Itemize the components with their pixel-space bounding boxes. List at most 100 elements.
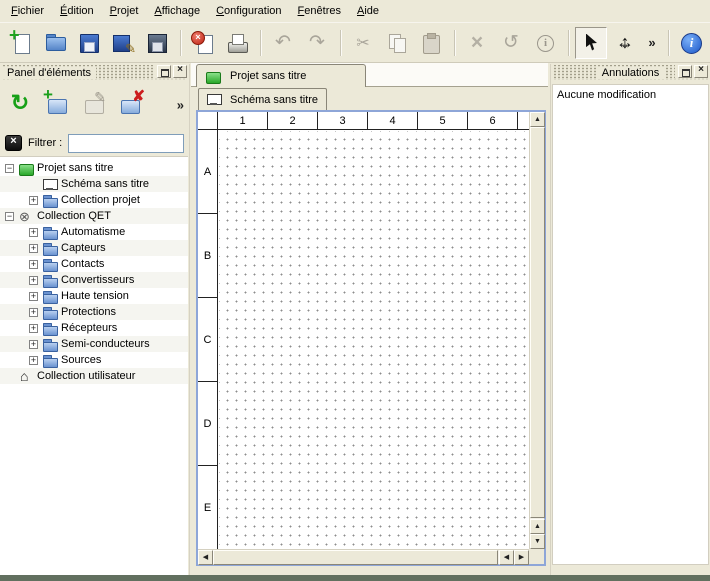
expand-icon[interactable]: +: [29, 292, 38, 301]
menu-fichier[interactable]: Fichier: [3, 2, 52, 20]
copy-button[interactable]: [381, 27, 413, 59]
elements-panel: Panel d'éléments » Filtrer : − Projet sa…: [0, 64, 190, 575]
tree-item-semi-conducteurs[interactable]: + Semi-conducteurs: [0, 336, 188, 352]
delete-element-button[interactable]: [116, 88, 146, 118]
tree-item-recepteurs[interactable]: + Récepteurs: [0, 320, 188, 336]
tree-item-contacts[interactable]: + Contacts: [0, 256, 188, 272]
expand-icon[interactable]: +: [29, 356, 38, 365]
tree-item-protections[interactable]: + Protections: [0, 304, 188, 320]
collapse-icon[interactable]: −: [5, 212, 14, 221]
tree-item-label: Sources: [61, 354, 101, 366]
horizontal-scroll-thumb[interactable]: [213, 550, 498, 565]
column-ruler: 1 2 3 4 5 6: [218, 112, 529, 130]
tree-item-capteurs[interactable]: + Capteurs: [0, 240, 188, 256]
undo-button[interactable]: [267, 27, 299, 59]
tree-item-collection-qet[interactable]: − Collection QET: [0, 208, 188, 224]
undo-history-list: Aucune modification: [552, 84, 709, 565]
tree-item-collection-projet[interactable]: + Collection projet: [0, 192, 188, 208]
menu-configuration[interactable]: Configuration: [208, 2, 289, 20]
reload-collections-button[interactable]: [5, 88, 35, 118]
undo-list-item[interactable]: Aucune modification: [557, 87, 704, 103]
column-header: 5: [418, 112, 468, 129]
tree-item-convertisseurs[interactable]: + Convertisseurs: [0, 272, 188, 288]
tree-item-label: Contacts: [61, 258, 104, 270]
cut-button[interactable]: [347, 27, 379, 59]
tree-item-label: Haute tension: [61, 290, 129, 302]
expand-icon[interactable]: +: [29, 228, 38, 237]
tree-item-automatisme[interactable]: + Automatisme: [0, 224, 188, 240]
tree-item-diagram[interactable]: Schéma sans titre: [0, 176, 188, 192]
close-panel-button[interactable]: [694, 65, 708, 78]
float-panel-button[interactable]: [678, 65, 692, 78]
expand-icon[interactable]: +: [29, 308, 38, 317]
print-button[interactable]: [221, 27, 253, 59]
scroll-up-button[interactable]: [530, 519, 545, 534]
rotate-button[interactable]: [495, 27, 527, 59]
menu-edition[interactable]: Édition: [52, 2, 102, 20]
open-project-button[interactable]: [39, 27, 71, 59]
expand-icon[interactable]: +: [29, 260, 38, 269]
undo-panel-title: Annulations: [597, 67, 665, 79]
save-button[interactable]: [73, 27, 105, 59]
info-button[interactable]: [529, 27, 561, 59]
elements-overflow-button[interactable]: »: [177, 97, 184, 112]
paste-button[interactable]: [415, 27, 447, 59]
scroll-left-button[interactable]: [198, 550, 213, 565]
tree-item-collection-utilisateur[interactable]: Collection utilisateur: [0, 368, 188, 384]
menu-affichage[interactable]: Affichage: [146, 2, 208, 20]
redo-icon: [305, 31, 329, 55]
elements-toolbar: »: [0, 84, 189, 122]
expand-icon[interactable]: +: [29, 276, 38, 285]
close-file-button[interactable]: [187, 27, 219, 59]
new-document-button[interactable]: [5, 27, 37, 59]
vertical-scrollbar[interactable]: [529, 112, 544, 549]
save-as-button[interactable]: [107, 27, 139, 59]
tree-item-haute-tension[interactable]: + Haute tension: [0, 288, 188, 304]
redo-button[interactable]: [301, 27, 333, 59]
toolbar-separator: [454, 30, 456, 56]
tree-item-project[interactable]: − Projet sans titre: [0, 160, 188, 176]
diagram-view[interactable]: 1 2 3 4 5 6 A B C D E: [196, 110, 546, 566]
expand-icon[interactable]: +: [29, 340, 38, 349]
scroll-down-button[interactable]: [530, 534, 545, 549]
close-file-icon: [191, 31, 215, 55]
elements-panel-titlebar[interactable]: Panel d'éléments: [2, 65, 187, 80]
move-tool-button[interactable]: [609, 27, 641, 59]
delete-button[interactable]: [461, 27, 493, 59]
toolbar-overflow-button[interactable]: »: [643, 27, 661, 59]
filter-input[interactable]: [68, 134, 184, 153]
paste-icon: [419, 31, 443, 55]
new-element-button[interactable]: [42, 88, 72, 118]
vertical-scroll-thumb[interactable]: [530, 127, 545, 518]
move-arrows-icon: [613, 31, 637, 55]
expand-icon[interactable]: +: [29, 196, 38, 205]
chevron-right-icon: »: [648, 35, 655, 50]
scroll-right-button[interactable]: [514, 550, 529, 565]
tree-item-sources[interactable]: + Sources: [0, 352, 188, 368]
main-toolbar: »: [0, 22, 710, 63]
about-button[interactable]: [675, 27, 707, 59]
menu-fenetres[interactable]: Fenêtres: [290, 2, 349, 20]
close-panel-button[interactable]: [173, 65, 187, 78]
menu-aide[interactable]: Aide: [349, 2, 387, 20]
dock-buttons: [154, 65, 187, 78]
save-all-button[interactable]: [141, 27, 173, 59]
collapse-icon[interactable]: −: [5, 164, 14, 173]
edit-element-button[interactable]: [79, 88, 109, 118]
clear-filter-button[interactable]: [5, 135, 22, 151]
expand-icon[interactable]: +: [29, 244, 38, 253]
diagram-canvas[interactable]: [219, 131, 529, 549]
edit-element-icon: [82, 91, 106, 115]
float-panel-button[interactable]: [157, 65, 171, 78]
menu-projet[interactable]: Projet: [102, 2, 147, 20]
project-tab[interactable]: Projet sans titre: [196, 64, 366, 87]
tree-item-label: Collection QET: [37, 210, 111, 222]
diagram-tab[interactable]: Schéma sans titre: [198, 88, 327, 110]
scroll-up-button[interactable]: [530, 112, 545, 127]
expand-icon[interactable]: +: [29, 324, 38, 333]
undo-panel-titlebar[interactable]: Annulations: [553, 65, 708, 80]
folder-icon: [43, 354, 57, 367]
select-tool-button[interactable]: [575, 27, 607, 59]
scroll-left-button[interactable]: [499, 550, 514, 565]
horizontal-scrollbar[interactable]: [198, 549, 529, 564]
